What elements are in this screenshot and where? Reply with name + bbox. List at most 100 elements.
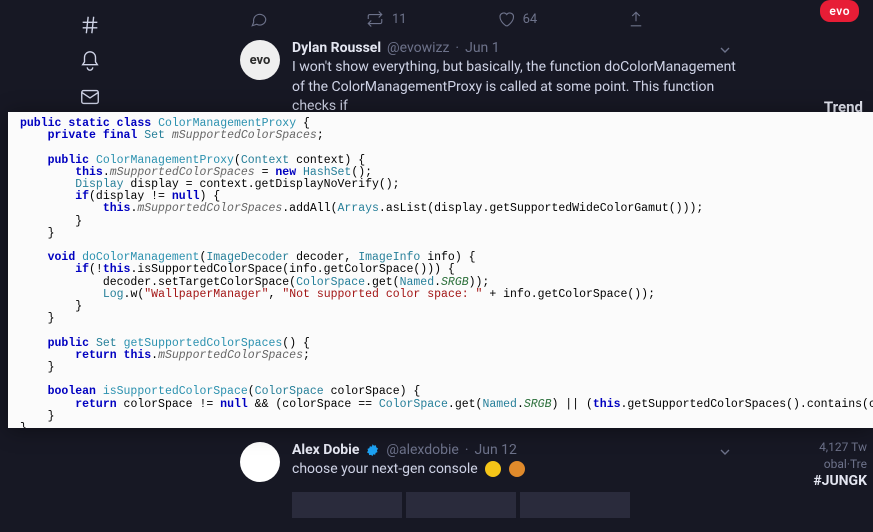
- chevron-down-icon[interactable]: [717, 444, 733, 464]
- punct: .: [103, 166, 110, 179]
- tweet-date[interactable]: Jun 12: [475, 442, 517, 458]
- tweet-text-span: choose your next-gen console: [292, 461, 478, 477]
- author-handle[interactable]: @alexdobie: [386, 442, 458, 458]
- code-block: public static class ColorManagementProxy…: [8, 112, 873, 428]
- retweet-metric[interactable]: 11: [366, 10, 407, 28]
- kw-return: return: [75, 398, 116, 411]
- const-srgb: SRGB: [441, 276, 469, 289]
- trend-hashtag[interactable]: #JUNGK: [813, 472, 867, 492]
- share-metric[interactable]: [627, 10, 653, 28]
- hash-icon[interactable]: [79, 14, 101, 36]
- tweet-text: choose your next-gen console: [292, 460, 743, 480]
- trend-stats: 4,127 Tw obal·Tre #JUNGK: [813, 439, 867, 492]
- author-name[interactable]: Alex Dobie: [292, 442, 359, 458]
- kw-this: this: [124, 349, 152, 362]
- like-count: 64: [523, 12, 538, 27]
- code-text: ) {: [199, 190, 220, 203]
- trend-count: 4,127 Tw: [813, 439, 867, 456]
- code-text: =: [255, 166, 276, 179]
- avatar[interactable]: evo: [240, 40, 280, 80]
- kw-public: public: [48, 154, 89, 167]
- code-text: }: [20, 215, 82, 228]
- kw-null: null: [220, 398, 248, 411]
- method-name: getSupportedColorSpaces: [124, 337, 283, 350]
- kw-private: private: [48, 129, 96, 142]
- code-text: }: [20, 422, 27, 428]
- type-colorspace: ColorSpace: [296, 276, 365, 289]
- like-metric[interactable]: 64: [497, 10, 538, 28]
- code-text: context) {: [289, 154, 365, 167]
- kw-static: static: [68, 117, 109, 130]
- tweet-body: Alex Dobie @alexdobie · Jun 12 choose yo…: [292, 442, 743, 518]
- thinking-emoji-icon: [509, 461, 525, 477]
- code-text: .w(: [124, 288, 145, 301]
- type-named: Named: [400, 276, 435, 289]
- code-text: colorSpace) {: [324, 385, 421, 398]
- media-grid[interactable]: [292, 492, 743, 518]
- author-name[interactable]: Dylan Roussel: [292, 40, 381, 56]
- punct: {: [296, 117, 310, 130]
- ctor-name: ColorManagementProxy: [96, 154, 234, 167]
- code-text: .getSupportedColorSpaces().contains(colo…: [621, 398, 873, 411]
- code-text: .get(: [448, 398, 483, 411]
- tweet-date[interactable]: Jun 1: [465, 40, 500, 56]
- field: mSupportedColorSpaces: [172, 129, 317, 142]
- chevron-down-icon[interactable]: [717, 42, 733, 62]
- code-text: .get(: [365, 276, 400, 289]
- tweet-body: Dylan Roussel @evowizz · Jun 1 I won't s…: [292, 40, 743, 117]
- avatar[interactable]: [240, 442, 280, 482]
- media-cell[interactable]: [292, 492, 402, 518]
- tweet-lower[interactable]: Alex Dobie @alexdobie · Jun 12 choose yo…: [180, 438, 803, 532]
- type-set: Set: [144, 129, 165, 142]
- kw-this: this: [103, 263, 131, 276]
- kw-this: this: [75, 166, 103, 179]
- media-cell[interactable]: [520, 492, 630, 518]
- type-colorspace: ColorSpace: [379, 398, 448, 411]
- field: mSupportedColorSpaces: [158, 349, 303, 362]
- code-text: display = context.getDisplayNoVerify();: [124, 178, 400, 191]
- code-text: ) || (: [551, 398, 592, 411]
- bell-icon[interactable]: [79, 50, 101, 72]
- kw-final: final: [103, 129, 138, 142]
- field: mSupportedColorSpaces: [137, 202, 282, 215]
- method-name: doColorManagement: [82, 251, 199, 264]
- punct: ));: [469, 276, 490, 289]
- code-text: .addAll(: [282, 202, 337, 215]
- code-text: + info.getColorSpace());: [482, 288, 655, 301]
- kw-void: void: [48, 251, 76, 264]
- code-text: }: [20, 410, 55, 423]
- punct: (: [248, 385, 255, 398]
- type-display: Display: [75, 178, 123, 191]
- header-separator: ·: [455, 40, 459, 56]
- string-literal: "WallpaperManager": [144, 288, 268, 301]
- author-handle[interactable]: @evowizz: [387, 40, 449, 56]
- tweet-text: I won't show everything, but basically, …: [292, 58, 743, 117]
- code-text: && (colorSpace ==: [248, 398, 379, 411]
- reply-metric[interactable]: [250, 10, 276, 28]
- code-text: colorSpace !=: [117, 398, 221, 411]
- type-log: Log: [103, 288, 124, 301]
- code-text: }: [20, 227, 55, 240]
- media-cell[interactable]: [406, 492, 516, 518]
- brand-badge[interactable]: evo: [820, 0, 859, 22]
- code-text: }: [20, 300, 82, 313]
- thinking-emoji-icon: [485, 461, 501, 477]
- kw-this: this: [593, 398, 621, 411]
- type-imagedecoder: ImageDecoder: [206, 251, 289, 264]
- header-separator: ·: [465, 442, 469, 458]
- punct: ;: [317, 129, 324, 142]
- retweet-count: 11: [392, 12, 407, 27]
- kw-return: return: [75, 349, 116, 362]
- code-text: decoder,: [289, 251, 358, 264]
- tweet-header: Alex Dobie @alexdobie · Jun 12: [292, 442, 743, 458]
- code-text: decoder.setTargetColorSpace(: [103, 276, 296, 289]
- code-snippet-overlay: public static class ColorManagementProxy…: [8, 112, 873, 428]
- kw-boolean: boolean: [48, 385, 96, 398]
- punct: ;: [303, 349, 310, 362]
- code-text: (display !=: [89, 190, 172, 203]
- type-colorspace: ColorSpace: [255, 385, 324, 398]
- punct: .: [434, 276, 441, 289]
- mail-icon[interactable]: [79, 86, 101, 108]
- punct: (: [234, 154, 241, 167]
- kw-new: new: [275, 166, 296, 179]
